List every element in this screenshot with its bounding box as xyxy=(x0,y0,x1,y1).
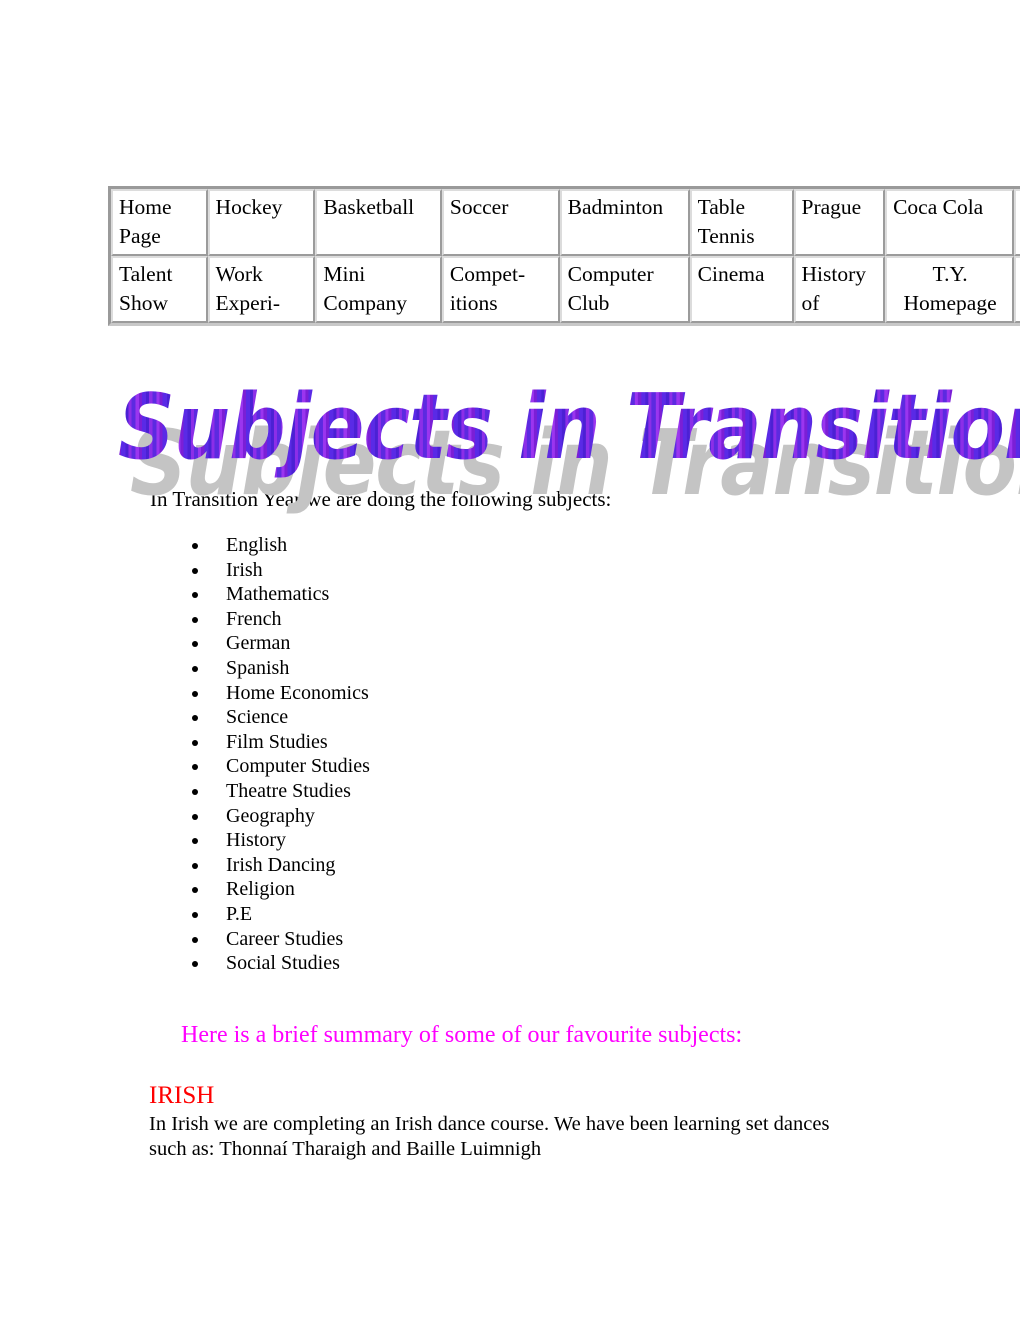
list-item: Home Economics xyxy=(210,681,370,706)
list-item: Irish xyxy=(210,558,370,583)
table-row: Talent Show Work Experi- Mini Company Co… xyxy=(111,256,1020,324)
nav-cell-prague[interactable]: Prague xyxy=(793,189,886,257)
nav-cell-soccer[interactable]: Soccer xyxy=(441,189,560,257)
list-item: History xyxy=(210,828,370,853)
subject-list: English Irish Mathematics French German … xyxy=(188,533,370,976)
list-item: Science xyxy=(210,705,370,730)
irish-section-heading: IRISH xyxy=(149,1082,215,1109)
table-row: Home Page Hockey Basketball Soccer Badmi… xyxy=(111,189,1020,257)
nav-cell-history-of[interactable]: History of xyxy=(793,256,886,324)
nav-cell-computer-club[interactable]: Computer Club xyxy=(559,256,690,324)
list-item: French xyxy=(210,607,370,632)
nav-cell-uniform[interactable]: Uni xyxy=(1014,256,1020,324)
list-item: English xyxy=(210,533,370,558)
list-item: Mathematics xyxy=(210,582,370,607)
nav-cell-work-experience[interactable]: Work Experi- xyxy=(207,256,316,324)
list-item: Spanish xyxy=(210,656,370,681)
navigation-table: Home Page Hockey Basketball Soccer Badmi… xyxy=(108,186,1020,327)
nav-cell-talent-show[interactable]: Talent Show xyxy=(111,256,208,324)
list-item: German xyxy=(210,631,370,656)
nav-cell-table-tennis[interactable]: Table Tennis xyxy=(689,189,794,257)
list-item: Religion xyxy=(210,877,370,902)
page-title-wordart: Subjects in Transition Year!! Subjects i… xyxy=(118,374,1020,515)
navigation-table-body: Home Page Hockey Basketball Soccer Badmi… xyxy=(111,189,1020,324)
list-item: P.E xyxy=(210,902,370,927)
list-item: Theatre Studies xyxy=(210,779,370,804)
nav-cell-coca-cola[interactable]: Coca Cola xyxy=(885,189,1015,257)
nav-cell-hockey[interactable]: Hockey xyxy=(207,189,316,257)
nav-cell-mini-company[interactable]: Mini Company xyxy=(315,256,442,324)
nav-cell-ty-homepage[interactable]: T.Y. Homepage xyxy=(885,256,1015,324)
list-item: Career Studies xyxy=(210,927,370,952)
navigation-table-container: Home Page Hockey Basketball Soccer Badmi… xyxy=(108,186,1020,327)
list-item: Film Studies xyxy=(210,730,370,755)
summary-heading: Here is a brief summary of some of our f… xyxy=(181,1022,743,1048)
list-item: Geography xyxy=(210,804,370,829)
nav-cell-competitions[interactable]: Compet- itions xyxy=(441,256,560,324)
nav-cell-home-page[interactable]: Home Page xyxy=(111,189,208,257)
nav-cell-cinema[interactable]: Cinema xyxy=(689,256,794,324)
nav-cell-basketball[interactable]: Basketball xyxy=(315,189,442,257)
list-item: Irish Dancing xyxy=(210,853,370,878)
nav-cell-project[interactable]: Proj xyxy=(1014,189,1020,257)
list-item: Computer Studies xyxy=(210,754,370,779)
page-title-text: Subjects in Transition Year!! xyxy=(118,374,1020,479)
nav-cell-badminton[interactable]: Badminton xyxy=(559,189,690,257)
irish-section-body: In Irish we are completing an Irish danc… xyxy=(149,1113,830,1160)
list-item: Social Studies xyxy=(210,951,370,976)
